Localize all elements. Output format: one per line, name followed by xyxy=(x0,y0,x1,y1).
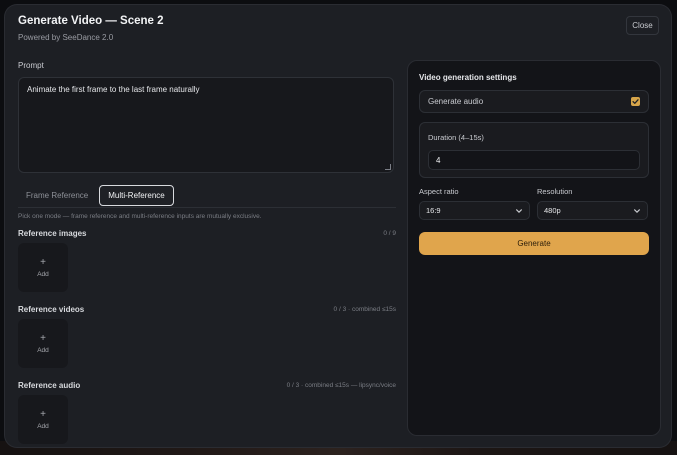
tab-multi-reference[interactable]: Multi-Reference xyxy=(99,185,174,206)
plus-icon: + xyxy=(40,408,46,420)
checkmark-icon xyxy=(632,99,639,104)
generate-audio-label: Generate audio xyxy=(428,97,484,106)
add-label: Add xyxy=(37,422,49,430)
settings-panel: Video generation settings Generate audio… xyxy=(407,60,661,436)
resolution-value: 480p xyxy=(544,206,561,215)
resolution-label: Resolution xyxy=(537,187,573,196)
reference-images-title: Reference images xyxy=(18,229,87,238)
generate-video-dialog: Generate Video — Scene 2 Powered by SeeD… xyxy=(5,5,671,447)
plus-icon: + xyxy=(40,332,46,344)
duration-card: Duration (4–15s) 4 xyxy=(419,122,649,178)
mode-hint: Pick one mode — frame reference and mult… xyxy=(18,213,262,220)
dialog-header: Generate Video — Scene 2 Powered by SeeD… xyxy=(18,15,164,42)
tabs-divider xyxy=(18,207,396,208)
aspect-ratio-label: Aspect ratio xyxy=(419,187,459,196)
reference-videos-title: Reference videos xyxy=(18,305,85,314)
left-panel: Prompt Animate the first frame to the la… xyxy=(18,61,402,444)
reference-audio-count: 0 / 3 · combined ≤15s — lipsync/voice xyxy=(286,382,396,389)
add-reference-video-button[interactable]: + Add xyxy=(18,319,68,368)
plus-icon: + xyxy=(40,256,46,268)
add-reference-audio-button[interactable]: + Add xyxy=(18,395,68,444)
prompt-label: Prompt xyxy=(18,61,44,70)
reference-audio-section: Reference audio 0 / 3 · combined ≤15s — … xyxy=(18,381,402,444)
reference-videos-section: Reference videos 0 / 3 · combined ≤15s +… xyxy=(18,305,402,368)
reference-images-count: 0 / 9 xyxy=(383,230,396,237)
chevron-down-icon xyxy=(633,207,641,215)
duration-label: Duration (4–15s) xyxy=(428,133,484,142)
resolution-select[interactable]: 480p xyxy=(537,201,648,220)
prompt-textarea[interactable]: Animate the first frame to the last fram… xyxy=(18,77,394,173)
add-label: Add xyxy=(37,346,49,354)
dialog-title: Generate Video — Scene 2 xyxy=(18,15,164,27)
prompt-text: Animate the first frame to the last fram… xyxy=(27,85,200,94)
chevron-down-icon xyxy=(515,207,523,215)
dialog-subtitle: Powered by SeeDance 2.0 xyxy=(18,33,114,42)
settings-title: Video generation settings xyxy=(419,73,517,82)
add-label: Add xyxy=(37,270,49,278)
tab-frame-reference[interactable]: Frame Reference xyxy=(18,185,96,206)
reference-audio-title: Reference audio xyxy=(18,381,81,390)
mode-tabs: Frame Reference Multi-Reference xyxy=(18,185,402,206)
close-button[interactable]: Close xyxy=(626,16,659,35)
aspect-ratio-select[interactable]: 16:9 xyxy=(419,201,530,220)
duration-input[interactable]: 4 xyxy=(428,150,640,170)
add-reference-image-button[interactable]: + Add xyxy=(18,243,68,292)
generate-button[interactable]: Generate xyxy=(419,232,649,255)
generate-audio-checkbox[interactable] xyxy=(631,97,640,106)
generate-audio-toggle[interactable]: Generate audio xyxy=(419,90,649,113)
reference-videos-count: 0 / 3 · combined ≤15s xyxy=(333,306,396,313)
resize-grip-icon[interactable] xyxy=(385,164,391,170)
reference-images-section: Reference images 0 / 9 + Add xyxy=(18,229,402,292)
aspect-ratio-value: 16:9 xyxy=(426,206,441,215)
